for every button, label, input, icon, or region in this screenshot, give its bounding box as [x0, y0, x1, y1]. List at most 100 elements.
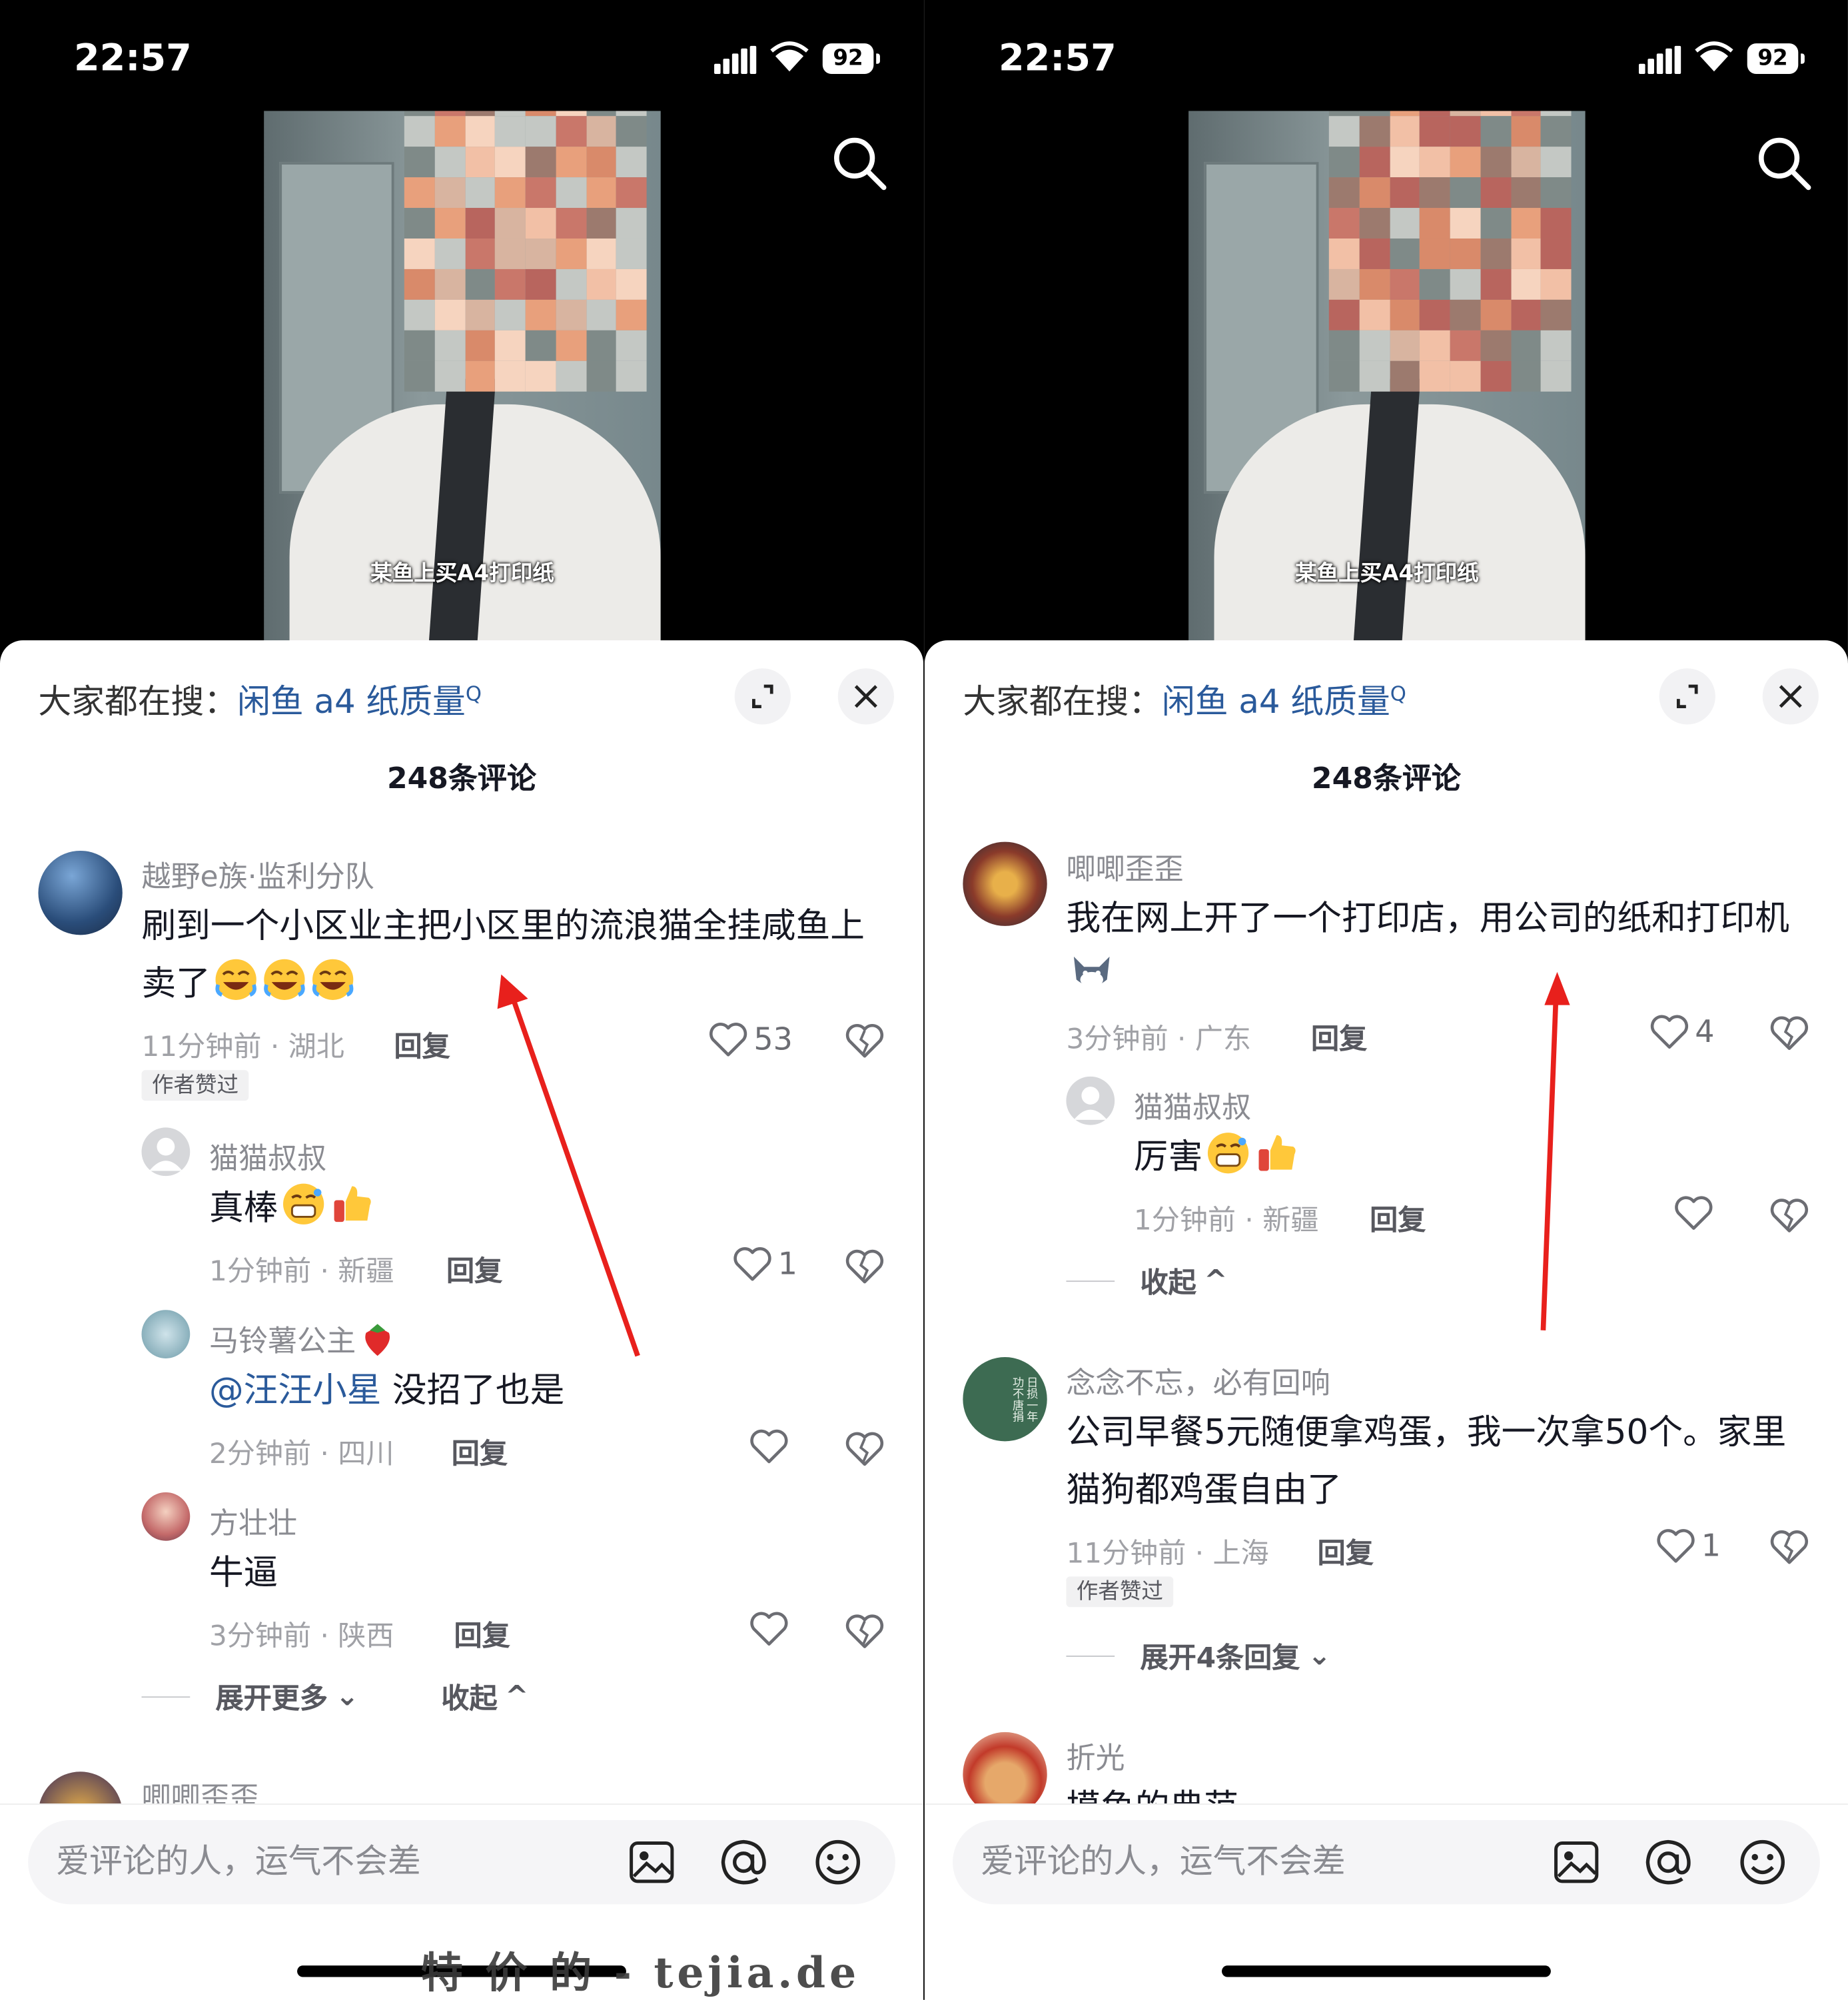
comment-username[interactable]: 越野e族·监利分队: [141, 852, 374, 895]
video-frame: 某鱼上买A4打印纸: [264, 111, 661, 664]
search-icon[interactable]: [1756, 135, 1812, 191]
dislike-icon[interactable]: [1769, 1013, 1809, 1053]
search-small-icon: Q: [1390, 682, 1406, 706]
image-icon[interactable]: [1547, 1833, 1606, 1891]
comment-sheet: 大家都在搜：闲鱼 a4 纸质量Q 248条评论 唧唧歪歪 我在网上开了一个打印店…: [924, 640, 1848, 2000]
collapse-button[interactable]: 收起 ^: [441, 1676, 528, 1717]
comment-input[interactable]: [56, 1837, 592, 1887]
search-suggestion[interactable]: 大家都在搜：闲鱼 a4 纸质量Q: [38, 676, 481, 724]
comment-username[interactable]: 念念不忘，必有回响: [1066, 1358, 1330, 1402]
dislike-icon[interactable]: [844, 1021, 885, 1061]
dislike-icon[interactable]: [1769, 1195, 1809, 1236]
mention-icon[interactable]: [1639, 1833, 1697, 1891]
emoji-icon[interactable]: [1733, 1833, 1792, 1891]
heart-icon[interactable]: [1673, 1194, 1714, 1232]
dislike-icon[interactable]: [1769, 1527, 1809, 1568]
home-indicator: [1221, 1965, 1551, 1977]
mention-link[interactable]: @汪汪小星: [209, 1371, 381, 1410]
reply-button[interactable]: 回复: [1370, 1198, 1426, 1239]
avatar[interactable]: [141, 1310, 191, 1358]
expand-button[interactable]: [734, 668, 791, 725]
thumbs-up-icon: [329, 1181, 375, 1227]
comment-count: 248条评论: [386, 762, 537, 796]
like-button[interactable]: 4: [1649, 1013, 1714, 1051]
signal-icon: [1639, 45, 1682, 75]
like-button[interactable]: 1: [1655, 1527, 1721, 1565]
comment-sheet: 大家都在搜：闲鱼 a4 纸质量Q 248条评论 越野e族·监利分队 刷到一个小区…: [0, 640, 924, 2000]
collapse-button[interactable]: 收起 ^: [1066, 1260, 1228, 1301]
like-button[interactable]: 53: [707, 1021, 793, 1059]
comment-username[interactable]: 折光: [1066, 1734, 1125, 1777]
heart-icon[interactable]: [749, 1427, 789, 1465]
battery-indicator: 92: [1747, 43, 1805, 75]
dislike-icon[interactable]: [844, 1611, 885, 1652]
comment-meta: 11分钟前 · 湖北: [141, 1031, 344, 1064]
mention-icon[interactable]: [714, 1833, 773, 1891]
pixelated-face: [404, 111, 647, 392]
video-frame: 某鱼上买A4打印纸: [1188, 111, 1586, 664]
signal-icon: [714, 45, 757, 75]
avatar[interactable]: 日损一年 功不唐捐: [963, 1357, 1047, 1442]
reply-button[interactable]: 回复: [394, 1024, 450, 1065]
comment-input[interactable]: [981, 1837, 1517, 1887]
image-icon[interactable]: [622, 1833, 681, 1891]
reply-button[interactable]: 回复: [452, 1431, 508, 1472]
video-area[interactable]: 22:57 92 某鱼上买A4打印纸: [924, 0, 1848, 664]
chevron-down-icon: ⌄: [335, 1680, 359, 1713]
expand-more-button[interactable]: 展开更多 ⌄: [141, 1676, 359, 1717]
dog-emoji-icon: [1069, 949, 1115, 995]
close-icon: [854, 685, 877, 708]
author-liked-badge: 作者赞过: [1066, 1576, 1174, 1608]
avatar[interactable]: [963, 841, 1047, 926]
dislike-icon[interactable]: [844, 1246, 885, 1286]
watermark: 特 价 的 - tejia.de: [420, 1947, 860, 1998]
reply-username[interactable]: 马铃薯公主: [209, 1316, 396, 1360]
reply-meta: 1分钟前 · 新疆: [1133, 1205, 1319, 1238]
reply-button[interactable]: 回复: [454, 1614, 510, 1654]
right-screenshot: 22:57 92 某鱼上买A4打印纸 大家都在搜：闲鱼 a4 纸质量Q 248条…: [924, 0, 1848, 2000]
comment-text: 公司早餐5元随便拿鸡蛋，我一次拿50个。家里猫狗都鸡蛋自由了: [1066, 1413, 1787, 1510]
close-button[interactable]: [1762, 668, 1819, 725]
search-suggestion[interactable]: 大家都在搜：闲鱼 a4 纸质量Q: [963, 676, 1406, 724]
heart-icon: [733, 1247, 771, 1281]
reply-button[interactable]: 回复: [1318, 1530, 1374, 1571]
reply-username[interactable]: 猫猫叔叔: [1134, 1083, 1251, 1126]
comment-meta: 11分钟前 · 上海: [1066, 1538, 1269, 1570]
expand-button[interactable]: [1659, 668, 1715, 725]
expand-icon: [752, 684, 773, 709]
search-icon[interactable]: [831, 135, 887, 191]
comment-input-box[interactable]: [28, 1819, 895, 1905]
grin-sweat-emoji-icon: [280, 1181, 326, 1227]
expand-icon: [1676, 684, 1698, 709]
reply-button[interactable]: 回复: [446, 1249, 502, 1289]
close-icon: [1779, 685, 1802, 708]
close-button[interactable]: [837, 668, 894, 725]
laugh-emoji-icon: [213, 957, 259, 1003]
reply-meta: 3分钟前 · 陕西: [209, 1621, 394, 1654]
strawberry-emoji-icon: [358, 1320, 396, 1358]
comment-input-box[interactable]: [953, 1819, 1820, 1905]
video-caption: 某鱼上买A4打印纸: [370, 561, 554, 587]
like-count: 1: [777, 1246, 798, 1282]
avatar[interactable]: [141, 1492, 191, 1541]
reply-username[interactable]: 猫猫叔叔: [209, 1134, 326, 1177]
comment-username[interactable]: 唧唧歪歪: [1066, 844, 1183, 887]
heart-icon[interactable]: [749, 1610, 789, 1648]
status-time: 22:57: [74, 35, 192, 79]
dislike-icon[interactable]: [844, 1428, 885, 1469]
expand-replies-button[interactable]: 展开4条回复 ⌄: [1066, 1635, 1331, 1676]
avatar[interactable]: [1066, 1076, 1115, 1125]
emoji-icon[interactable]: [809, 1833, 867, 1891]
video-area[interactable]: 22:57 92 某鱼上买A4打印纸: [0, 0, 924, 664]
reply-button[interactable]: 回复: [1311, 1017, 1367, 1057]
avatar[interactable]: [38, 850, 123, 935]
avatar[interactable]: [141, 1127, 191, 1177]
search-keyword-link[interactable]: 闲鱼 a4 纸质量: [237, 684, 466, 722]
like-count: 1: [1701, 1528, 1721, 1564]
reply-text: 牛逼: [209, 1553, 278, 1594]
like-count: 4: [1695, 1014, 1715, 1050]
thumbs-up-icon: [1254, 1130, 1300, 1176]
search-keyword-link[interactable]: 闲鱼 a4 纸质量: [1162, 684, 1390, 722]
like-button[interactable]: 1: [732, 1245, 797, 1283]
reply-username[interactable]: 方壮壮: [209, 1499, 297, 1542]
